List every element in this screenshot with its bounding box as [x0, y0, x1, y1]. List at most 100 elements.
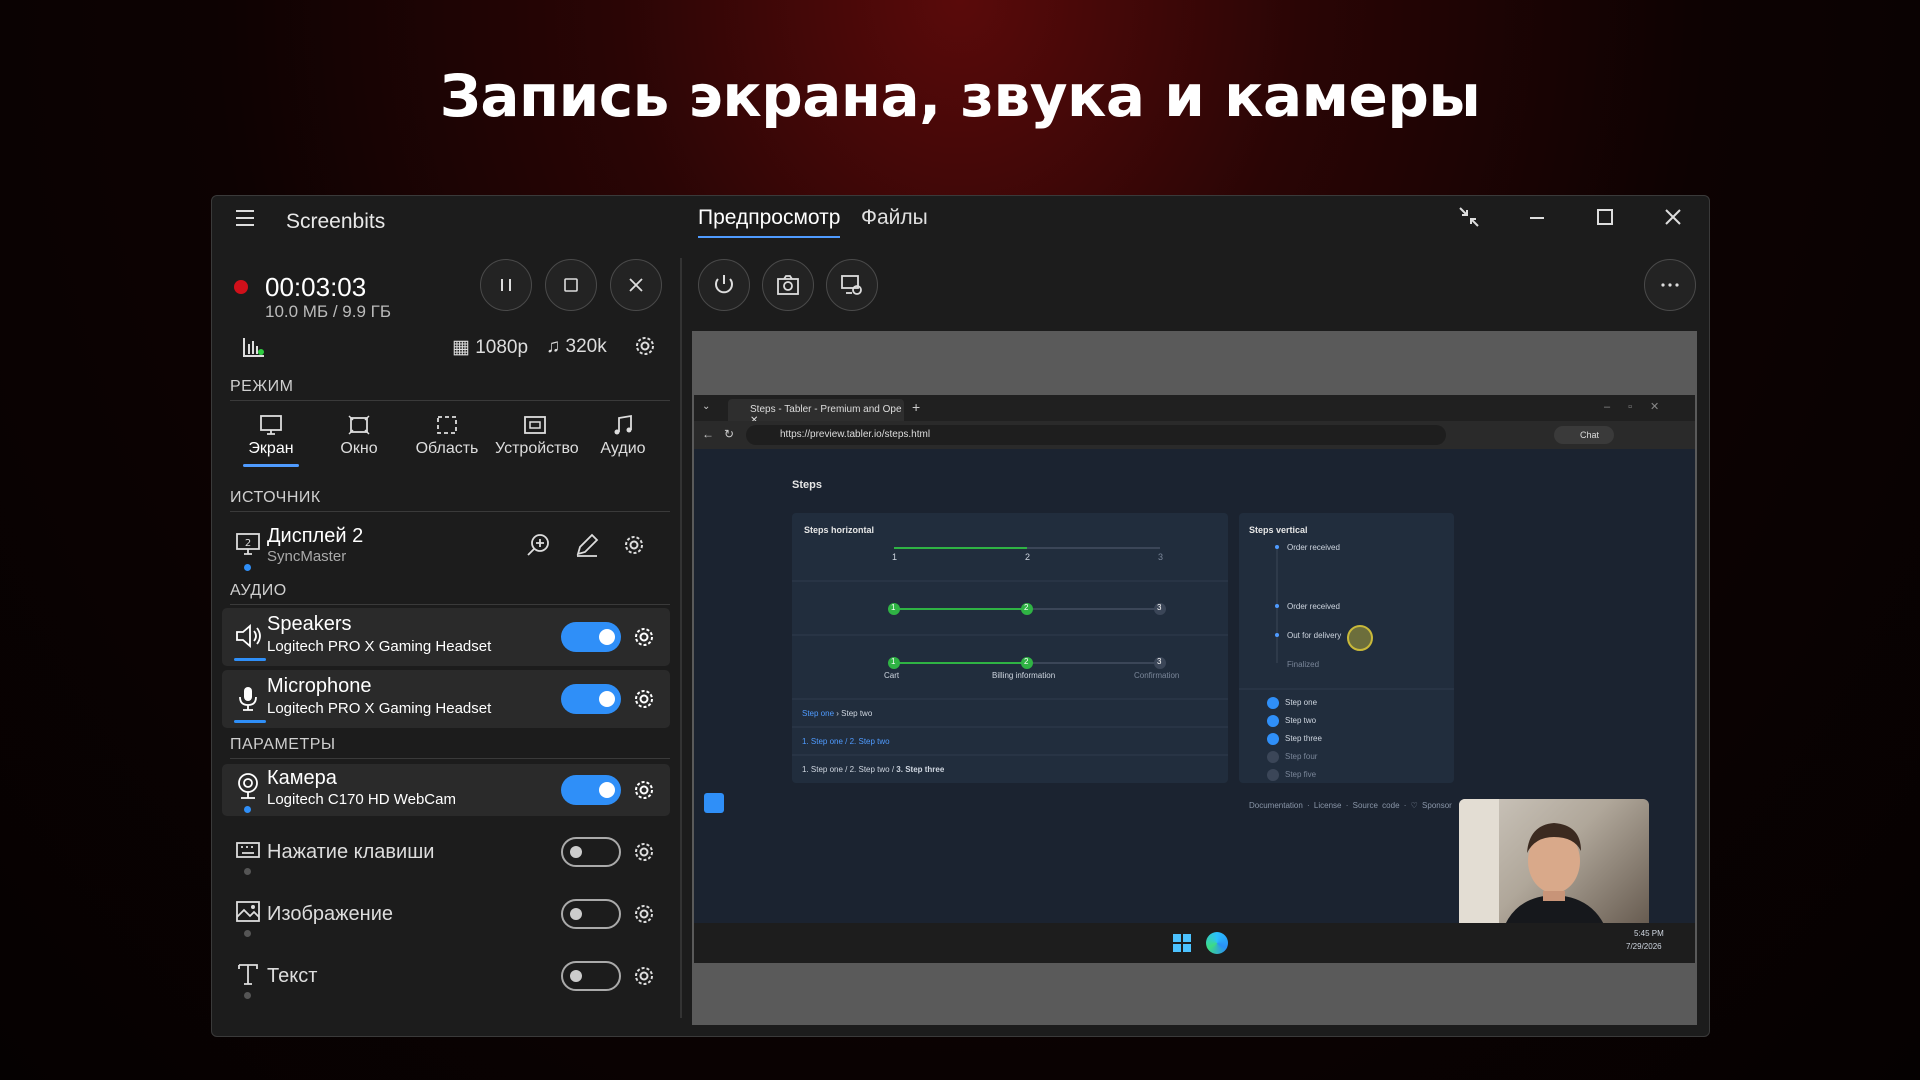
close-icon[interactable] — [1660, 206, 1686, 232]
more-options-button[interactable] — [1644, 259, 1696, 311]
text-icon — [234, 960, 262, 988]
mode-screen[interactable]: Экран — [231, 414, 311, 467]
speakers-device: Logitech PRO X Gaming Headset — [267, 638, 492, 655]
keyboard-icon — [234, 836, 262, 864]
source-sub: SyncMaster — [267, 548, 347, 565]
minimize-icon[interactable] — [1524, 206, 1550, 232]
section-params: ПАРАМЕТРЫ — [230, 736, 336, 753]
page-headline: Запись экрана, звука и камеры — [439, 62, 1481, 130]
resolution-indicator[interactable]: ▦ 1080p — [452, 336, 528, 359]
text-name: Текст — [267, 965, 318, 987]
address-bar: https://preview.tabler.io/steps.html — [746, 425, 1446, 445]
microphone-settings-icon[interactable] — [631, 686, 657, 712]
browser-tab-title: Steps - Tabler - Premium and Ope — [750, 404, 902, 415]
h-step-dot-3: 3 — [1157, 603, 1162, 612]
camera-row[interactable]: Камера Logitech C170 HD WebCam — [222, 764, 670, 816]
bitrate-value: 320k — [565, 336, 607, 357]
film-icon: ▦ — [452, 337, 470, 358]
speakers-name: Speakers — [267, 613, 352, 635]
keystroke-row[interactable]: Нажатие клавиши — [222, 826, 670, 878]
camera-name: Камера — [267, 767, 337, 789]
keystroke-name: Нажатие клавиши — [267, 841, 435, 863]
audio-levels-icon[interactable] — [242, 336, 266, 364]
format-settings-icon[interactable] — [632, 333, 658, 359]
source-row[interactable]: 2 Дисплей 2 SyncMaster — [222, 520, 670, 572]
edit-icon[interactable] — [574, 532, 600, 563]
screen-settings-button[interactable] — [826, 259, 878, 311]
speakers-settings-icon[interactable] — [631, 624, 657, 650]
num-step-3: Step three — [1285, 734, 1322, 743]
back-icon: ← — [702, 427, 714, 441]
preview-area: ⌄ Steps - Tabler - Premium and Ope ✕ + –… — [692, 331, 1697, 1025]
mode-window[interactable]: Окно — [319, 414, 399, 458]
keystroke-toggle[interactable] — [561, 837, 621, 867]
reload-icon: ↻ — [724, 427, 735, 441]
image-toggle[interactable] — [561, 899, 621, 929]
h-named-dot-2: 2 — [1024, 657, 1029, 666]
record-indicator — [234, 280, 248, 294]
mode-audio[interactable]: Аудио — [583, 414, 663, 458]
image-settings-icon[interactable] — [631, 901, 657, 927]
image-icon — [234, 898, 262, 926]
cursor-highlight — [1347, 625, 1373, 651]
microphone-name: Microphone — [267, 675, 372, 697]
maximize-icon[interactable] — [1592, 206, 1618, 232]
mode-window-label: Окно — [340, 440, 378, 457]
keystroke-settings-icon[interactable] — [631, 839, 657, 865]
windows-taskbar: 5:45 PM 7/29/2026 — [694, 923, 1695, 963]
zoom-icon[interactable] — [526, 532, 552, 563]
h-named-billing: Billing information — [992, 671, 1056, 680]
crumb-a1: Step one — [802, 709, 835, 718]
speakers-toggle[interactable] — [561, 622, 621, 652]
steps-horizontal-card: Steps horizontal 1 2 3 1 2 3 1 2 3 Cart … — [792, 513, 1228, 783]
v-step-3: Out for delivery — [1287, 631, 1342, 640]
tab-preview[interactable]: Предпросмотр — [698, 206, 841, 238]
image-row[interactable]: Изображение — [222, 888, 670, 940]
text-row[interactable]: Текст — [222, 950, 670, 1002]
power-button[interactable] — [698, 259, 750, 311]
h-step-3: 3 — [1158, 552, 1164, 562]
compact-icon[interactable] — [1456, 206, 1482, 232]
stop-button[interactable] — [545, 259, 597, 311]
music-note-icon: ♫ — [546, 336, 561, 357]
address-url: https://preview.tabler.io/steps.html — [780, 429, 931, 440]
footer-docs: Documentation — [1249, 801, 1303, 810]
footer-source: Source code — [1352, 801, 1400, 810]
tab-files[interactable]: Файлы — [861, 206, 928, 236]
h-step-1: 1 — [892, 552, 898, 562]
microphone-row[interactable]: Microphone Logitech PRO X Gaming Headset — [222, 670, 670, 728]
footer-sponsor: Sponsor — [1422, 801, 1452, 810]
crumb-b2: 2. Step two — [849, 737, 890, 746]
menu-icon[interactable] — [236, 210, 254, 226]
h-named-cart: Cart — [884, 671, 900, 680]
crumb-c1: 1. Step one — [802, 765, 843, 774]
mode-screen-label: Экран — [248, 440, 294, 457]
v-step-1: Order received — [1287, 543, 1340, 552]
h-step-dot-1: 1 — [891, 603, 896, 612]
speakers-row[interactable]: Speakers Logitech PRO X Gaming Headset — [222, 608, 670, 666]
svg-text:2: 2 — [245, 538, 251, 549]
h-step-dot-2: 2 — [1024, 603, 1029, 612]
v-step-2: Order received — [1287, 602, 1340, 611]
browser-tab: Steps - Tabler - Premium and Ope ✕ — [728, 399, 904, 426]
pause-button[interactable] — [480, 259, 532, 311]
num-step-1: Step one — [1285, 698, 1318, 707]
num-step-5: Step five — [1285, 770, 1317, 779]
source-settings-icon[interactable] — [621, 532, 647, 558]
text-toggle[interactable] — [561, 961, 621, 991]
text-settings-icon[interactable] — [631, 963, 657, 989]
num-step-2: Step two — [1285, 716, 1317, 725]
windows-start-icon — [1172, 933, 1192, 953]
tab-list-icon: ⌄ — [702, 401, 711, 412]
screenshot-button[interactable] — [762, 259, 814, 311]
title-bar: Screenbits Предпросмотр Файлы — [212, 196, 1709, 244]
mode-device[interactable]: Устройство — [495, 414, 579, 458]
camera-settings-icon[interactable] — [631, 777, 657, 803]
mode-area[interactable]: Область — [407, 414, 487, 458]
tabler-page-title: Steps — [792, 479, 822, 491]
app-title: Screenbits — [286, 210, 386, 233]
cancel-button[interactable] — [610, 259, 662, 311]
camera-toggle[interactable] — [561, 775, 621, 805]
microphone-toggle[interactable] — [561, 684, 621, 714]
bitrate-indicator[interactable]: ♫ 320k — [546, 336, 607, 358]
